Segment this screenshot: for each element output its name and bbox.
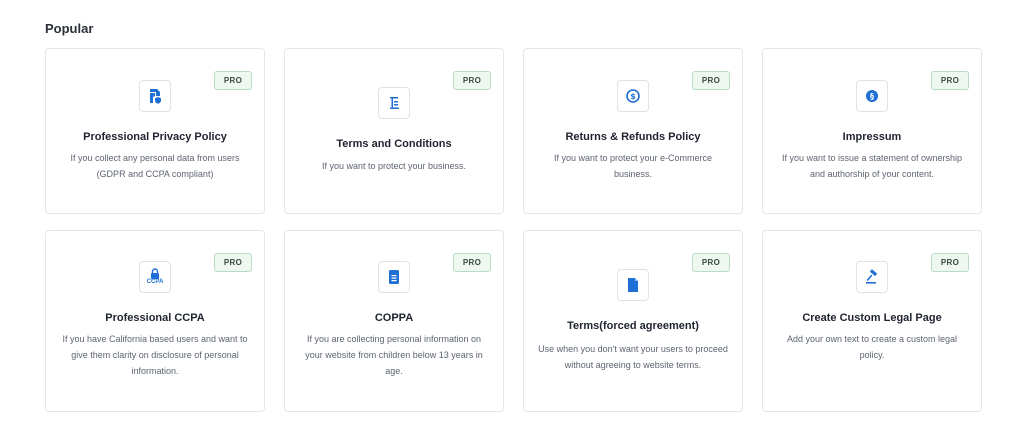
card-title: Create Custom Legal Page xyxy=(802,312,942,324)
pro-badge: PRO xyxy=(453,253,491,272)
pro-badge: PRO xyxy=(214,253,252,272)
card-description: If you want to issue a statement of owne… xyxy=(781,153,963,179)
card-create-custom-legal-page[interactable]: PRO Create Custom Legal Page Add your ow… xyxy=(762,230,982,412)
gavel-icon xyxy=(856,261,888,293)
card-description: If you are collecting personal informati… xyxy=(305,334,483,376)
pro-badge: PRO xyxy=(931,253,969,272)
card-title: Impressum xyxy=(842,131,902,143)
pro-badge: PRO xyxy=(453,71,491,90)
card-description: If you collect any personal data from us… xyxy=(70,153,240,179)
card-title: Returns & Refunds Policy xyxy=(565,131,701,143)
privacy-policy-icon xyxy=(139,80,171,112)
document-icon xyxy=(378,261,410,293)
card-returns-refunds-policy[interactable]: PRO $ Returns & Refunds Policy If you wa… xyxy=(523,48,743,214)
card-professional-ccpa[interactable]: PRO CCPA Professional CCPA If you have C… xyxy=(45,230,265,412)
card-title: Professional CCPA xyxy=(105,312,205,324)
card-description: Use when you don't want your users to pr… xyxy=(538,344,728,370)
pro-badge: PRO xyxy=(692,71,730,90)
card-coppa[interactable]: PRO COPPA If you are collecting personal… xyxy=(284,230,504,412)
section-title: Popular xyxy=(45,21,94,36)
file-icon xyxy=(617,269,649,301)
card-description: Add your own text to create a custom leg… xyxy=(786,334,958,360)
card-description: If you want to protect your business. xyxy=(321,161,467,171)
svg-text:§: § xyxy=(870,92,874,101)
template-grid: PRO Professional Privacy Policy If you c… xyxy=(45,48,982,412)
ccpa-lock-icon: CCPA xyxy=(139,261,171,293)
pro-badge: PRO xyxy=(931,71,969,90)
card-impressum[interactable]: PRO § Impressum If you want to issue a s… xyxy=(762,48,982,214)
svg-text:$: $ xyxy=(630,92,636,101)
refund-icon: $ xyxy=(617,80,649,112)
pro-badge: PRO xyxy=(692,253,730,272)
card-description: If you want to protect your e-Commerce b… xyxy=(553,153,713,179)
card-terms-forced-agreement[interactable]: PRO Terms(forced agreement) Use when you… xyxy=(523,230,743,412)
card-title: Professional Privacy Policy xyxy=(83,131,227,143)
card-description: If you have California based users and w… xyxy=(62,334,248,376)
pro-badge: PRO xyxy=(214,71,252,90)
ccpa-icon-label: CCPA xyxy=(146,279,164,285)
card-professional-privacy-policy[interactable]: PRO Professional Privacy Policy If you c… xyxy=(45,48,265,214)
scroll-icon xyxy=(378,87,410,119)
card-title: Terms(forced agreement) xyxy=(567,320,699,332)
card-terms-and-conditions[interactable]: PRO Terms and Conditions If you want to … xyxy=(284,48,504,214)
card-title: COPPA xyxy=(374,312,414,324)
card-title: Terms and Conditions xyxy=(336,138,452,150)
section-sign-icon: § xyxy=(856,80,888,112)
